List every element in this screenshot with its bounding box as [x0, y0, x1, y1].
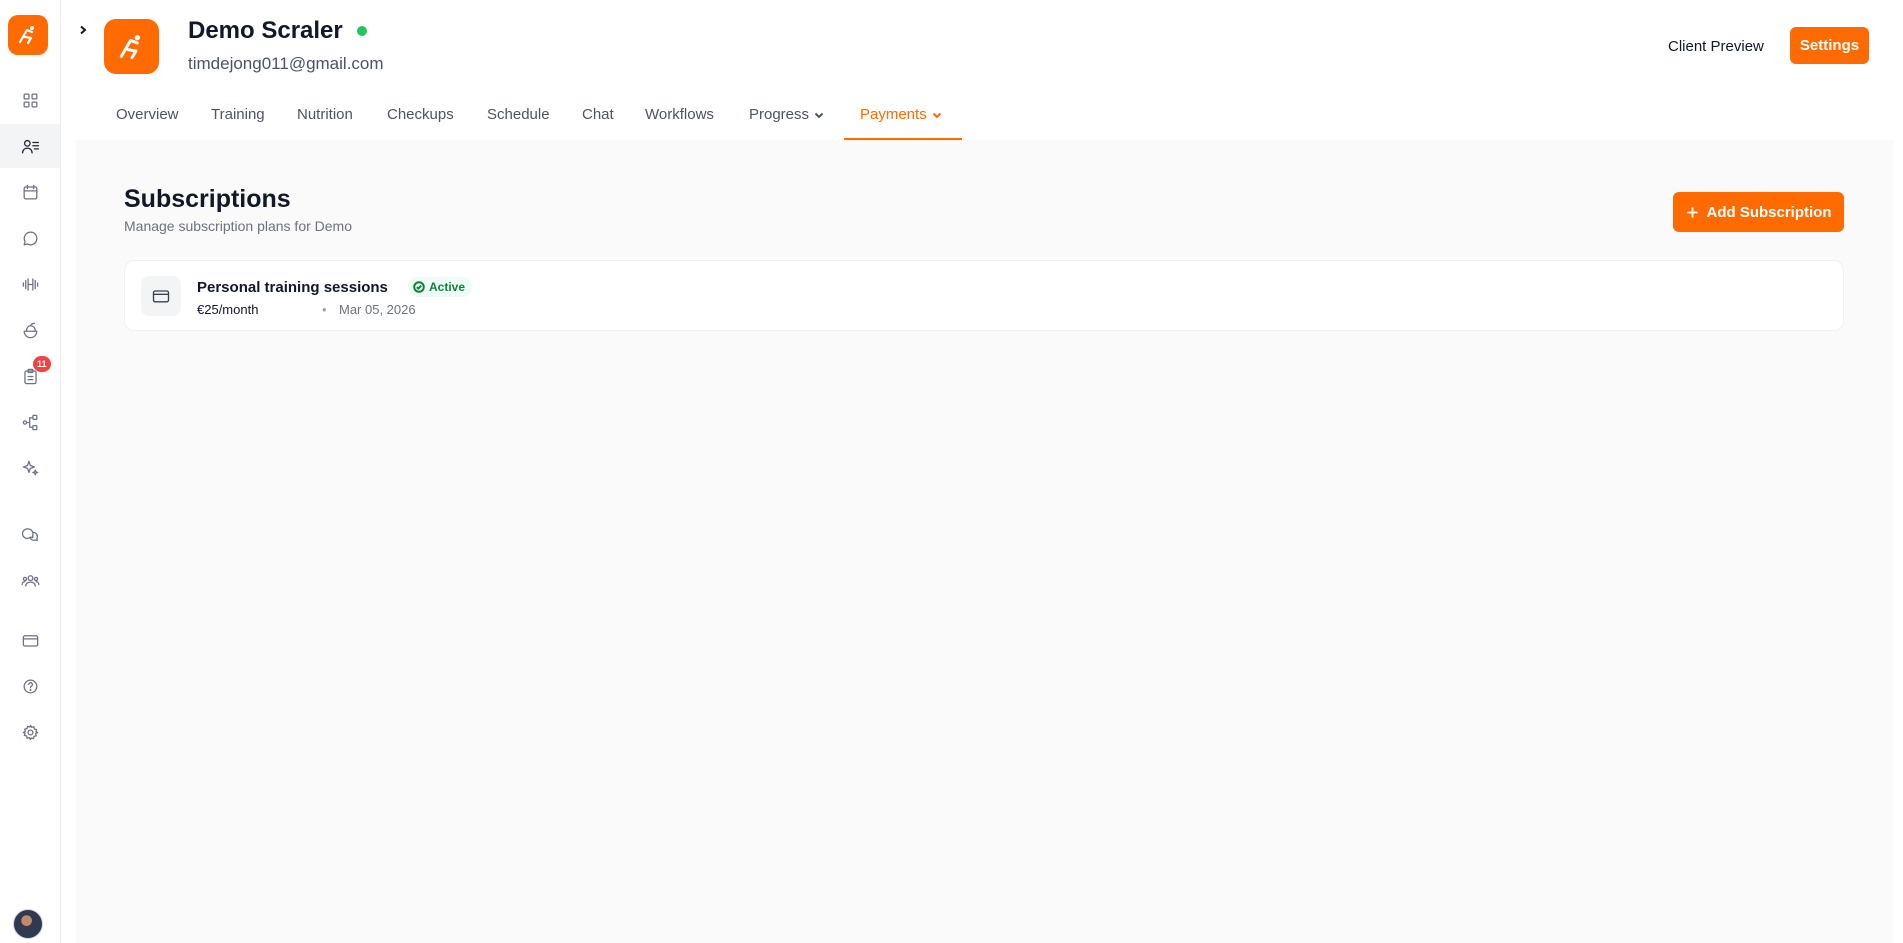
notification-badge: 11: [33, 356, 51, 372]
salad-bowl-icon: [23, 322, 37, 338]
sidebar-item-checkups[interactable]: 11: [0, 354, 60, 398]
grid-icon: [23, 93, 37, 107]
tab-checkups[interactable]: Checkups: [387, 96, 454, 140]
sidebar-item-dashboard[interactable]: [0, 78, 60, 122]
tab-payments[interactable]: Payments: [860, 96, 943, 140]
community-icon: [21, 574, 39, 587]
brand-runner-icon: [119, 34, 140, 59]
settings-button[interactable]: Settings: [1790, 27, 1869, 64]
sidebar-item-workflows[interactable]: [0, 400, 60, 444]
sidebar-item-clients[interactable]: [0, 124, 60, 168]
page-subtitle: Manage subscription plans for Demo: [124, 218, 353, 234]
sidebar-item-nutrition[interactable]: [0, 308, 60, 352]
calendar-icon: [23, 184, 37, 199]
client-email: timdejong011@gmail.com: [188, 54, 384, 73]
app-sidebar: 11: [0, 0, 61, 943]
expand-sidebar-button[interactable]: [76, 20, 90, 40]
sidebar-item-training[interactable]: [0, 262, 60, 306]
subscription-card[interactable]: Personal training sessions Active €25/mo…: [124, 260, 1844, 331]
credit-card-icon: [22, 634, 38, 647]
gear-icon: [22, 724, 38, 740]
tab-schedule[interactable]: Schedule: [487, 96, 550, 140]
page-title: Subscriptions: [124, 185, 291, 213]
sidebar-item-help[interactable]: [0, 664, 60, 708]
meta-separator: •: [322, 302, 327, 317]
client-preview-button[interactable]: Client Preview: [1656, 30, 1776, 62]
tab-chat[interactable]: Chat: [582, 96, 614, 140]
client-tabs: Overview Training Nutrition Checkups Sch…: [76, 96, 1893, 140]
chevron-right-icon: [80, 25, 87, 35]
plus-icon: [1686, 206, 1698, 218]
tab-nutrition[interactable]: Nutrition: [297, 96, 353, 140]
sidebar-item-settings[interactable]: [0, 710, 60, 754]
add-subscription-button[interactable]: Add Subscription: [1673, 192, 1844, 232]
online-status-dot: [357, 26, 367, 36]
chevron-down-icon: [814, 112, 824, 119]
sidebar-item-ai[interactable]: [0, 446, 60, 490]
chevron-down-icon: [932, 112, 941, 119]
dumbbell-icon: [22, 277, 38, 291]
sidebar-item-calendar[interactable]: [0, 170, 60, 214]
credit-card-icon: [152, 290, 170, 303]
sidebar-item-payments[interactable]: [0, 618, 60, 662]
client-name: Demo Scraler: [188, 17, 343, 44]
clients-icon: [21, 139, 39, 153]
workflow-icon: [22, 414, 37, 430]
chat-bubble-icon: [23, 231, 38, 245]
sidebar-item-chat[interactable]: [0, 216, 60, 260]
tab-overview[interactable]: Overview: [116, 96, 179, 140]
client-avatar: [104, 19, 159, 74]
app-logo[interactable]: [8, 15, 48, 55]
client-header: Demo Scraler timdejong011@gmail.com Clie…: [76, 0, 1893, 140]
sidebar-item-messages[interactable]: [0, 512, 60, 556]
check-circle-icon: [413, 281, 425, 293]
messages-icon: [21, 527, 38, 541]
subscription-name: Personal training sessions: [197, 279, 388, 296]
subscription-icon-box: [141, 276, 181, 316]
subscription-price: €25/month: [197, 302, 259, 317]
help-icon: [23, 679, 37, 693]
tab-workflows[interactable]: Workflows: [645, 96, 714, 140]
subscription-date: Mar 05, 2026: [339, 302, 416, 317]
sparkles-icon: [22, 460, 38, 475]
sidebar-item-community[interactable]: [0, 558, 60, 602]
tab-progress[interactable]: Progress: [749, 96, 825, 140]
subscriptions-section: Subscriptions Manage subscription plans …: [76, 140, 1893, 943]
status-badge: Active: [408, 277, 473, 297]
brand-runner-icon: [18, 26, 34, 45]
main-area: Demo Scraler timdejong011@gmail.com Clie…: [76, 0, 1893, 943]
tab-training[interactable]: Training: [211, 96, 265, 140]
user-avatar[interactable]: [13, 909, 43, 939]
